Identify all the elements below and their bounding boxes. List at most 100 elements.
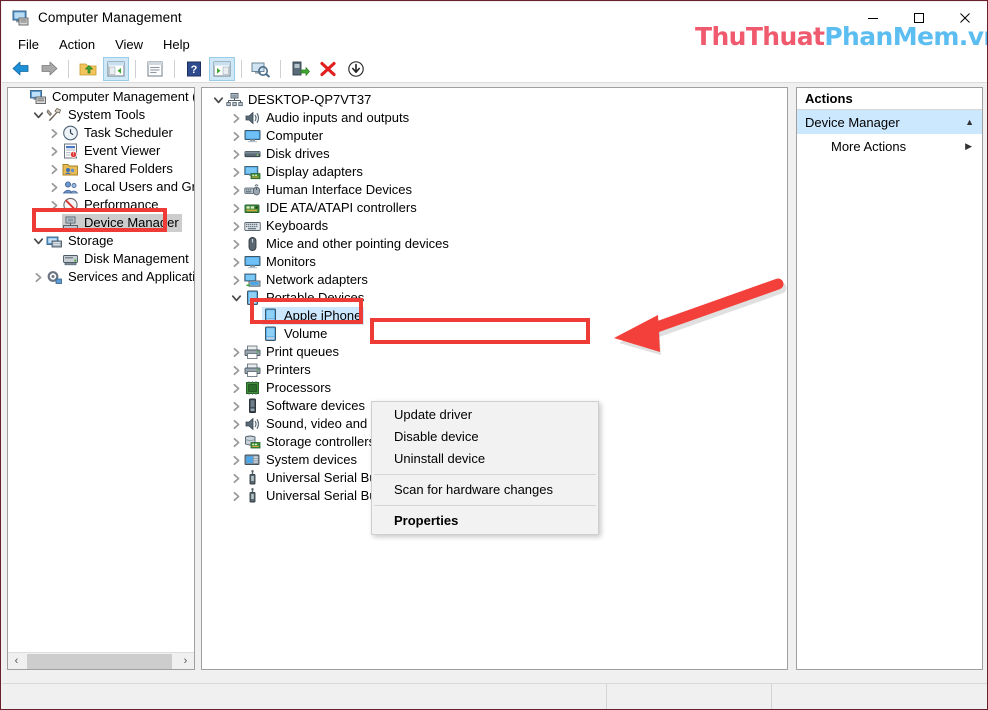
ide-controller-icon: [244, 200, 261, 216]
tree-item-print-queues[interactable]: Print queues: [202, 343, 787, 361]
context-menu-item-properties[interactable]: Properties: [372, 510, 598, 532]
show-hide-console-tree-icon[interactable]: [103, 56, 129, 81]
tree-item-portable-devices[interactable]: Portable Devices: [202, 289, 787, 307]
tree-item-disk-management[interactable]: Disk Management: [8, 250, 194, 268]
chevron-down-icon[interactable]: [30, 106, 46, 124]
tree-item-device-manager[interactable]: Device Manager: [8, 214, 194, 232]
chevron-down-icon[interactable]: [210, 91, 226, 109]
chevron-right-icon[interactable]: [228, 235, 244, 253]
chevron-right-icon[interactable]: [46, 160, 62, 178]
chevron-up-icon[interactable]: ▲: [965, 117, 974, 127]
help-icon[interactable]: ?: [181, 57, 207, 81]
chevron-right-icon[interactable]: [30, 268, 46, 286]
properties-icon[interactable]: [142, 57, 168, 81]
chevron-right-icon[interactable]: [228, 415, 244, 433]
chevron-right-icon[interactable]: [228, 487, 244, 505]
tree-item-computer[interactable]: Computer: [202, 127, 787, 145]
chevron-right-icon[interactable]: [228, 451, 244, 469]
uninstall-device-icon[interactable]: [315, 57, 341, 81]
chevron-right-icon[interactable]: [228, 361, 244, 379]
tree-item-audio-inputs-and-outputs[interactable]: Audio inputs and outputs: [202, 109, 787, 127]
chevron-right-icon[interactable]: [228, 127, 244, 145]
context-menu-item-update-driver[interactable]: Update driver: [372, 404, 598, 426]
tree-item-monitors[interactable]: Monitors: [202, 253, 787, 271]
tree-item-local-users-and-groups[interactable]: Local Users and Groups: [8, 178, 194, 196]
tree-item-printers[interactable]: Printers: [202, 361, 787, 379]
chevron-right-icon[interactable]: [228, 217, 244, 235]
tree-item-content: Shared Folders: [62, 160, 176, 178]
tree-item-task-scheduler[interactable]: Task Scheduler: [8, 124, 194, 142]
tree-item-computer-management-local[interactable]: Computer Management (Local: [8, 88, 194, 106]
forward-icon[interactable]: [36, 57, 62, 81]
menu-help[interactable]: Help: [153, 35, 200, 54]
chevron-right-icon[interactable]: [46, 124, 62, 142]
tree-item-storage[interactable]: Storage: [8, 232, 194, 250]
tree-item-label: Performance: [84, 197, 159, 212]
scroll-track[interactable]: [25, 652, 177, 669]
scroll-right-icon[interactable]: ›: [177, 653, 194, 670]
tree-item-system-tools[interactable]: System Tools: [8, 106, 194, 124]
chevron-right-icon[interactable]: [228, 271, 244, 289]
chevron-right-icon[interactable]: [228, 397, 244, 415]
tree-item-disk-drives[interactable]: Disk drives: [202, 145, 787, 163]
update-driver-icon[interactable]: [287, 57, 313, 81]
up-folder-icon[interactable]: [75, 57, 101, 81]
menu-action[interactable]: Action: [49, 35, 105, 54]
chevron-right-icon[interactable]: [228, 343, 244, 361]
chevron-right-icon[interactable]: [46, 142, 62, 160]
tree-item-desktop-qp7vt37[interactable]: DESKTOP-QP7VT37: [202, 91, 787, 109]
tree-item-display-adapters[interactable]: Display adapters: [202, 163, 787, 181]
scroll-thumb[interactable]: [27, 653, 172, 669]
portable-device-icon: [244, 290, 261, 306]
console-tree-hscrollbar[interactable]: ‹ ›: [8, 652, 194, 669]
tree-item-processors[interactable]: Processors: [202, 379, 787, 397]
chevron-right-icon[interactable]: [46, 178, 62, 196]
tree-item-apple-iphone[interactable]: Apple iPhone: [202, 307, 787, 325]
tree-item-performance[interactable]: Performance: [8, 196, 194, 214]
chevron-right-icon[interactable]: [46, 196, 62, 214]
menu-view[interactable]: View: [105, 35, 153, 54]
tree-item-event-viewer[interactable]: ! Event Viewer: [8, 142, 194, 160]
device-context-menu[interactable]: Update driver Disable device Uninstall dev…: [371, 401, 599, 535]
tree-item-keyboards[interactable]: Keyboards: [202, 217, 787, 235]
tree-item-label: Network adapters: [266, 272, 368, 287]
chevron-right-icon[interactable]: [228, 253, 244, 271]
tree-item-shared-folders[interactable]: Shared Folders: [8, 160, 194, 178]
disable-device-icon[interactable]: [343, 57, 369, 81]
chevron-right-icon[interactable]: [228, 163, 244, 181]
scan-hardware-icon[interactable]: [248, 57, 274, 81]
context-menu-item-uninstall-device[interactable]: Uninstall device: [372, 448, 598, 470]
chevron-right-icon[interactable]: [228, 199, 244, 217]
chevron-down-icon[interactable]: [228, 289, 244, 307]
tree-item-human-interface-devices[interactable]: Human Interface Devices: [202, 181, 787, 199]
tree-item-ide-ata-atapi-controllers[interactable]: IDE ATA/ATAPI controllers: [202, 199, 787, 217]
context-menu-item-disable-device[interactable]: Disable device: [372, 426, 598, 448]
context-menu-item-scan-for-hardware-changes[interactable]: Scan for hardware changes: [372, 479, 598, 501]
show-hide-action-pane-icon[interactable]: [209, 56, 235, 81]
scroll-left-icon[interactable]: ‹: [8, 653, 25, 670]
chevron-down-icon[interactable]: [30, 232, 46, 250]
chevron-right-icon[interactable]: [228, 181, 244, 199]
tree-item-volume[interactable]: Volume: [202, 325, 787, 343]
chevron-right-icon[interactable]: ▶: [965, 141, 972, 152]
chevron-right-icon[interactable]: [228, 469, 244, 487]
chevron-right-icon[interactable]: [228, 145, 244, 163]
tree-item-mice-and-other-pointing-devices[interactable]: Mice and other pointing devices: [202, 235, 787, 253]
tree-item-services-and-applications[interactable]: Services and Applications: [8, 268, 194, 286]
chevron-right-icon[interactable]: [228, 109, 244, 127]
chevron-right-icon[interactable]: [228, 433, 244, 451]
menu-file[interactable]: File: [8, 35, 49, 54]
tree-item-content: Print queues: [244, 343, 342, 361]
console-tree[interactable]: Computer Management (Local System Tools Ta…: [8, 88, 194, 651]
toolbar-separator: [68, 59, 69, 78]
tree-item-network-adapters[interactable]: Network adapters: [202, 271, 787, 289]
chevron-right-icon[interactable]: [228, 379, 244, 397]
action-more-actions[interactable]: More Actions ▶: [797, 134, 982, 158]
device-manager-icon: [62, 215, 79, 231]
tree-item-label: Local Users and Groups: [84, 179, 194, 194]
content-area: Computer Management (Local System Tools Ta…: [2, 84, 987, 683]
back-icon[interactable]: [8, 57, 34, 81]
actions-group-device-manager[interactable]: Device Manager ▲: [797, 110, 982, 134]
